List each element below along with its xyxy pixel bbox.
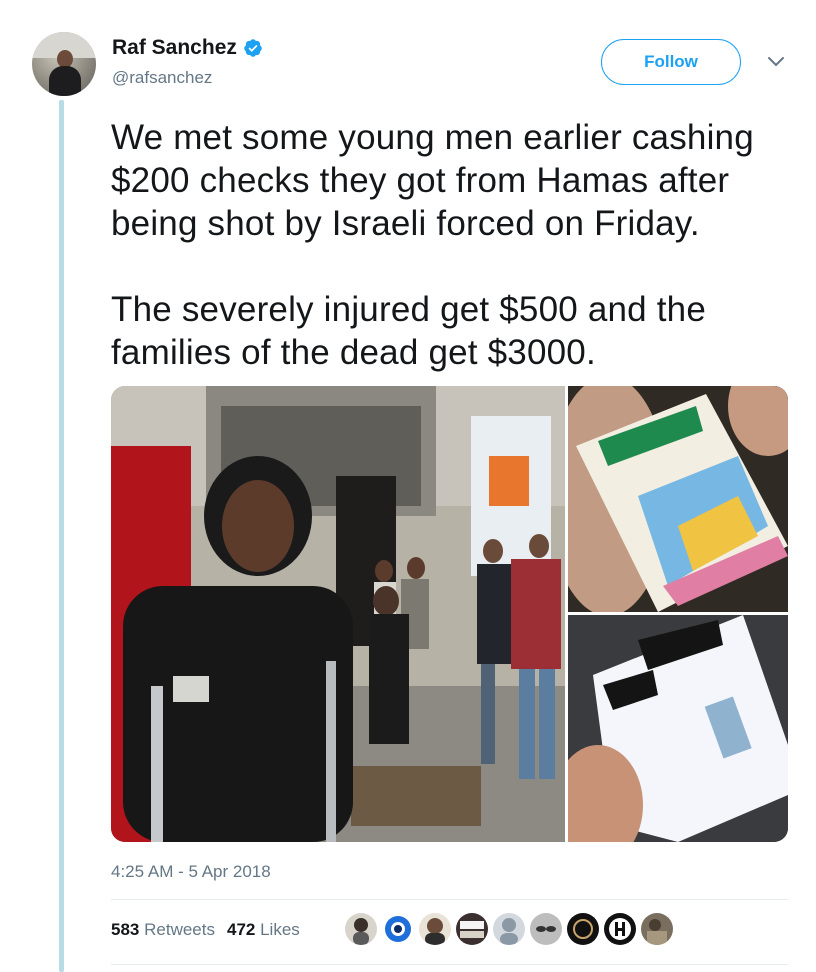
liker-avatar[interactable] (530, 913, 562, 945)
liker-avatar[interactable] (419, 913, 451, 945)
author-name-row: Raf Sanchez (112, 36, 263, 60)
retweets-stat[interactable]: 583 Retweets (111, 920, 215, 940)
divider (111, 899, 788, 900)
liker-avatar[interactable] (493, 913, 525, 945)
liker-avatars (345, 913, 673, 945)
liker-avatar[interactable] (456, 913, 488, 945)
tweet-photo-check[interactable] (568, 615, 788, 842)
tweet-photo-flyer[interactable] (568, 386, 788, 612)
chevron-down-icon[interactable] (766, 55, 786, 69)
likes-count: 472 (226, 920, 256, 939)
retweets-label: Retweets (144, 920, 215, 939)
liker-avatar[interactable] (345, 913, 377, 945)
author-avatar[interactable] (32, 32, 96, 96)
media-grid (111, 386, 788, 842)
author-handle[interactable]: @rafsanchez (112, 68, 212, 88)
tweet-photo-main[interactable] (111, 386, 565, 842)
verified-badge-icon (244, 39, 262, 57)
retweets-count: 583 (111, 920, 140, 939)
liker-avatar[interactable] (641, 913, 673, 945)
author-name[interactable]: Raf Sanchez (112, 36, 237, 60)
likes-label: Likes (260, 920, 300, 939)
thread-line (59, 100, 64, 972)
liker-avatar[interactable] (567, 913, 599, 945)
tweet-timestamp[interactable]: 4:25 AM - 5 Apr 2018 (111, 862, 271, 882)
tweet-text: We met some young men earlier cashing $2… (111, 118, 754, 372)
likes-stat[interactable]: 472 Likes (227, 920, 300, 940)
liker-avatar[interactable] (604, 913, 636, 945)
liker-avatar[interactable] (382, 913, 414, 945)
follow-button[interactable]: Follow (601, 39, 741, 85)
engagement-stats: 583 Retweets 472 Likes (111, 920, 300, 940)
divider (111, 964, 788, 965)
